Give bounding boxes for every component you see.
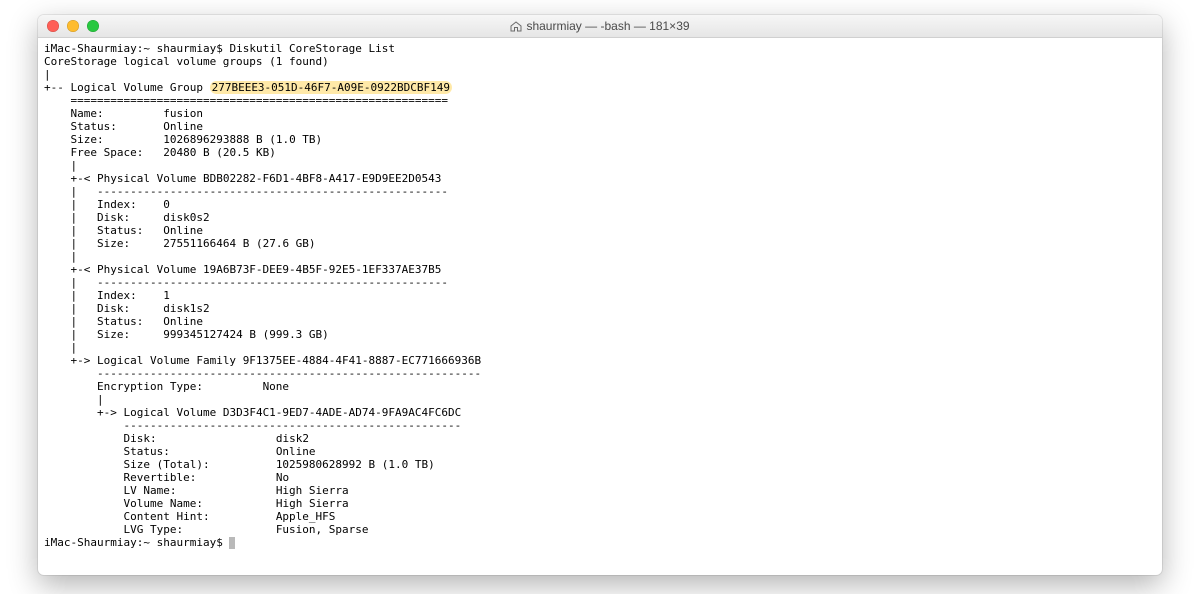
window-title: shaurmiay — -bash — 181×39 (38, 19, 1162, 33)
minimize-icon[interactable] (67, 20, 79, 32)
zoom-icon[interactable] (87, 20, 99, 32)
titlebar[interactable]: shaurmiay — -bash — 181×39 (38, 15, 1162, 38)
home-icon (510, 21, 522, 32)
prompt-line: iMac-Shaurmiay:~ shaurmiay$ Diskutil Cor… (44, 42, 395, 55)
lvg-sep: ========================================… (71, 94, 449, 107)
prompt-line-2: iMac-Shaurmiay:~ shaurmiay$ (44, 536, 229, 549)
window-controls (38, 20, 99, 32)
terminal-body[interactable]: iMac-Shaurmiay:~ shaurmiay$ Diskutil Cor… (38, 38, 1162, 575)
close-icon[interactable] (47, 20, 59, 32)
terminal-window: shaurmiay — -bash — 181×39 iMac-Shaurmia… (38, 15, 1162, 575)
lvg-uuid-highlight: 277BEEE3-051D-46F7-A09E-0922BDCBF149 (210, 81, 452, 94)
lvg-label: Logical Volume Group (71, 81, 203, 94)
cursor-icon (229, 537, 235, 549)
header-line: CoreStorage logical volume groups (1 fou… (44, 55, 329, 68)
command-text: Diskutil CoreStorage List (229, 42, 395, 55)
window-title-text: shaurmiay — -bash — 181×39 (526, 19, 689, 33)
